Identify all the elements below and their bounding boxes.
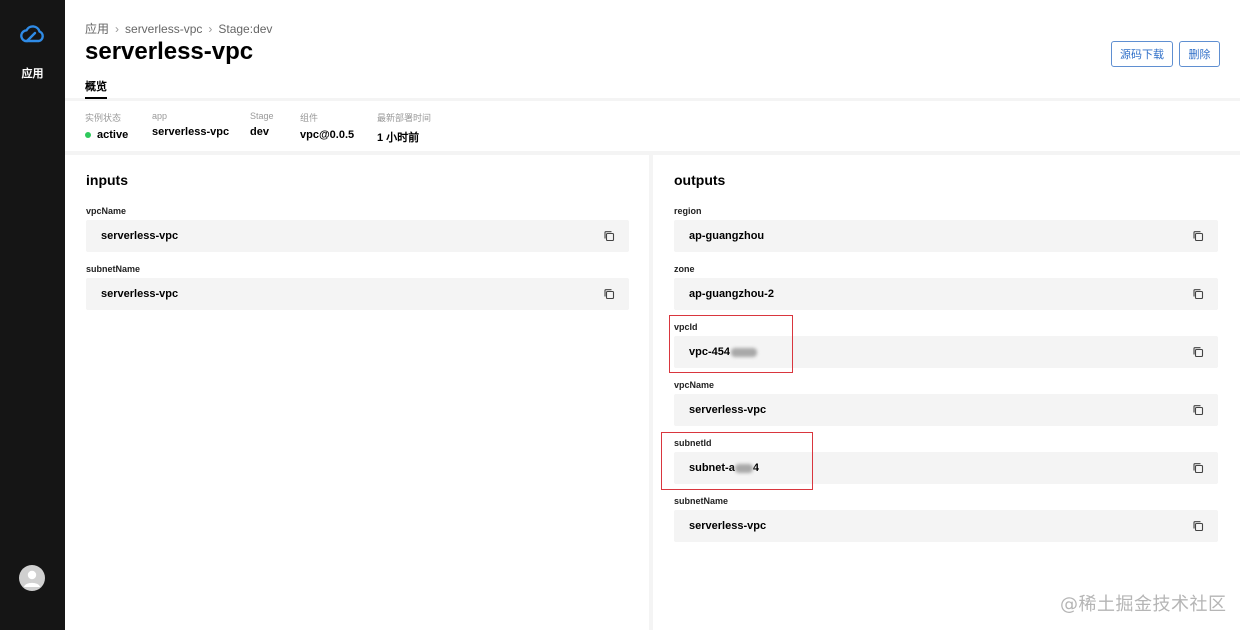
info-label: Stage bbox=[250, 111, 274, 121]
status-dot bbox=[85, 132, 91, 138]
page-header: 应用 › serverless-vpc › Stage:dev serverle… bbox=[65, 0, 1240, 99]
chevron-right-icon: › bbox=[115, 21, 120, 36]
watermark: @稀土掘金技术社区 bbox=[1060, 594, 1227, 615]
status-badge: active bbox=[97, 129, 129, 141]
output-field-zone: zone ap-guangzhou-2 bbox=[674, 263, 1218, 310]
field-label: subnetName bbox=[674, 496, 729, 506]
info-value: vpc@0.0.5 bbox=[300, 129, 355, 141]
copy-icon[interactable] bbox=[1192, 230, 1204, 242]
sidebar-item-apps[interactable]: 应用 bbox=[0, 65, 65, 81]
input-field-vpcname: vpcName serverless-vpc bbox=[86, 205, 629, 252]
output-field-region: region ap-guangzhou bbox=[674, 205, 1218, 252]
field-value-box: serverless-vpc bbox=[86, 220, 629, 252]
field-label: vpcId bbox=[674, 322, 698, 332]
outputs-title: outputs bbox=[674, 172, 726, 188]
field-value: serverless-vpc bbox=[101, 288, 179, 300]
field-label: vpcName bbox=[86, 206, 127, 216]
inputs-panel: inputs vpcName serverless-vpc subnetName… bbox=[65, 155, 649, 630]
info-label: 最新部署时间 bbox=[377, 113, 432, 123]
copy-icon[interactable] bbox=[1192, 462, 1204, 474]
info-component: 组件 vpc@0.0.5 bbox=[300, 111, 354, 141]
info-value: 1 小时前 bbox=[377, 132, 420, 144]
instance-info-bar: 实例状态 active app serverless-vpc Stage dev… bbox=[65, 101, 1240, 151]
field-value: ap-guangzhou-2 bbox=[689, 288, 774, 300]
page-title: serverless-vpc bbox=[85, 38, 254, 65]
breadcrumb: 应用 › serverless-vpc › Stage:dev bbox=[85, 20, 272, 37]
info-value: serverless-vpc bbox=[152, 126, 230, 138]
cloud-icon[interactable] bbox=[18, 24, 46, 44]
info-label: app bbox=[152, 111, 168, 121]
sidebar: 应用 bbox=[0, 0, 65, 630]
tab-overview[interactable]: 概览 bbox=[85, 78, 107, 99]
info-stage: Stage dev bbox=[250, 111, 274, 138]
delete-button[interactable]: 删除 bbox=[1179, 41, 1220, 67]
avatar[interactable] bbox=[19, 565, 45, 591]
breadcrumb-item-stage: Stage:dev bbox=[218, 21, 273, 36]
field-value: subnet-a bbox=[689, 461, 735, 474]
breadcrumb-item-app[interactable]: serverless-vpc bbox=[125, 22, 202, 36]
output-field-vpcid: vpcId vpc-454 bbox=[674, 321, 1218, 368]
field-value-box: subnet-a 4 bbox=[674, 452, 1218, 484]
field-value-tail: 4 bbox=[752, 462, 759, 475]
inputs-title: inputs bbox=[86, 172, 128, 188]
output-field-subnetname: subnetName serverless-vpc bbox=[674, 495, 1218, 542]
copy-icon[interactable] bbox=[603, 230, 615, 242]
field-label: subnetName bbox=[86, 264, 141, 274]
field-value: serverless-vpc bbox=[689, 520, 767, 532]
field-value: ap-guangzhou bbox=[689, 230, 765, 242]
breadcrumb-item-apps[interactable]: 应用 bbox=[85, 20, 109, 37]
output-field-subnetid: subnetId subnet-a 4 bbox=[674, 437, 1218, 484]
info-label: 组件 bbox=[300, 113, 319, 123]
info-value: dev bbox=[250, 126, 269, 138]
field-value-box: vpc-454 bbox=[674, 336, 1218, 368]
field-label: zone bbox=[674, 264, 695, 274]
field-label: vpcName bbox=[674, 380, 715, 390]
user-icon bbox=[24, 570, 40, 587]
redacted-mask bbox=[734, 463, 753, 473]
field-label: region bbox=[674, 206, 702, 216]
input-field-subnetname: subnetName serverless-vpc bbox=[86, 263, 629, 310]
field-value-box: ap-guangzhou bbox=[674, 220, 1218, 252]
redacted-mask bbox=[730, 347, 757, 357]
field-value-box: serverless-vpc bbox=[86, 278, 629, 310]
chevron-right-icon: › bbox=[208, 21, 213, 36]
copy-icon[interactable] bbox=[1192, 346, 1204, 358]
info-app: app serverless-vpc bbox=[152, 111, 229, 138]
copy-icon[interactable] bbox=[603, 288, 615, 300]
field-value: serverless-vpc bbox=[101, 230, 179, 242]
field-value-box: serverless-vpc bbox=[674, 510, 1218, 542]
copy-icon[interactable] bbox=[1192, 520, 1204, 532]
copy-icon[interactable] bbox=[1192, 404, 1204, 416]
field-value-box: serverless-vpc bbox=[674, 394, 1218, 426]
info-last-deploy: 最新部署时间 1 小时前 bbox=[377, 111, 431, 145]
output-field-vpcname: vpcName serverless-vpc bbox=[674, 379, 1218, 426]
info-status: 实例状态 active bbox=[85, 111, 128, 141]
download-source-button[interactable]: 源码下载 bbox=[1111, 41, 1173, 67]
field-value: vpc-454 bbox=[689, 346, 730, 358]
info-label: 实例状态 bbox=[85, 113, 122, 123]
outputs-panel: outputs region ap-guangzhou zone ap-guan… bbox=[653, 155, 1240, 630]
field-value: serverless-vpc bbox=[689, 404, 767, 416]
field-label: subnetId bbox=[674, 438, 712, 448]
field-value-box: ap-guangzhou-2 bbox=[674, 278, 1218, 310]
copy-icon[interactable] bbox=[1192, 288, 1204, 300]
